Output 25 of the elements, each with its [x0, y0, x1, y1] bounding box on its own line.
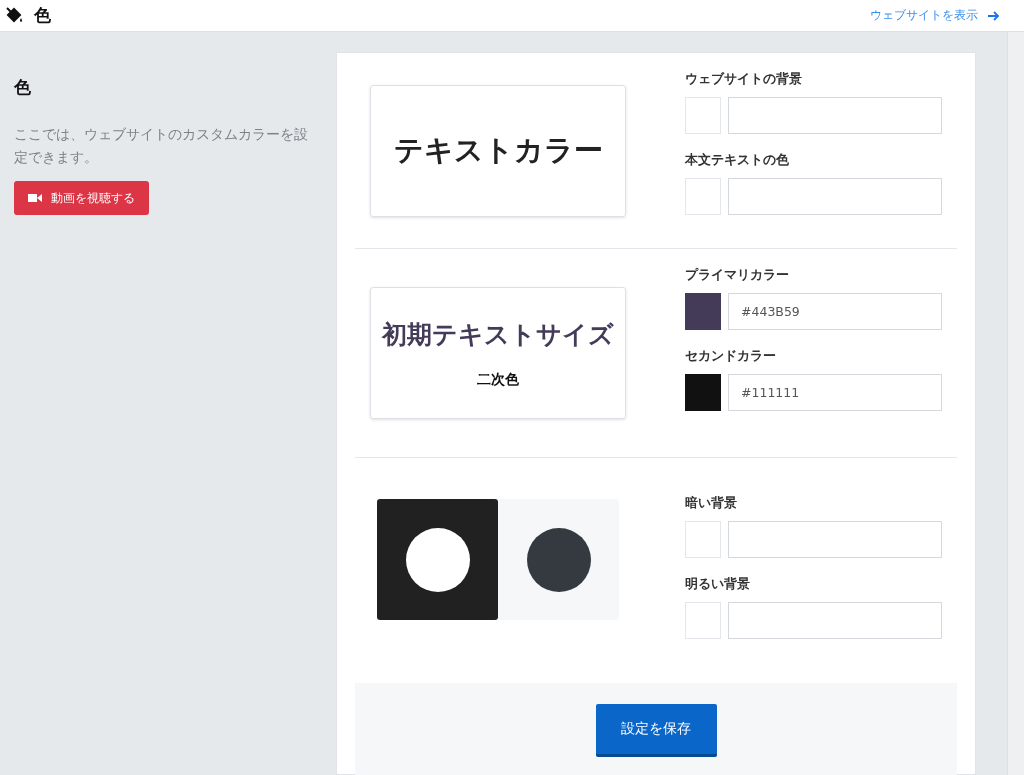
view-website-link[interactable]: ウェブサイトを表示: [870, 7, 1000, 24]
field-label: プライマリカラー: [685, 267, 790, 284]
color-input[interactable]: [728, 602, 942, 639]
watch-video-button[interactable]: 動画を視聴する: [14, 181, 149, 215]
field-label: ウェブサイトの背景: [685, 71, 803, 88]
page-title: 色: [34, 4, 51, 27]
color-input[interactable]: #111111: [728, 374, 942, 411]
color-input[interactable]: [728, 521, 942, 558]
preview-heading: 初期テキストサイズ: [382, 318, 614, 351]
color-swatch[interactable]: [685, 374, 721, 411]
section-heading: 色: [14, 76, 32, 99]
color-input[interactable]: [728, 178, 942, 215]
color-input[interactable]: #443B59: [728, 293, 942, 330]
arrow-right-icon: [988, 10, 1000, 21]
color-swatch[interactable]: [685, 293, 721, 330]
color-input[interactable]: [728, 97, 942, 134]
preview-text: テキストカラー: [393, 131, 603, 169]
video-camera-icon: [28, 193, 42, 203]
field-label: セカンドカラー: [685, 348, 777, 365]
preview-subtext: 二次色: [477, 370, 519, 389]
save-settings-button[interactable]: 設定を保存: [595, 704, 717, 757]
section-description: ここでは、ウェブサイトのカスタムカラーを設定できます。: [14, 125, 309, 167]
field-label: 暗い背景: [685, 495, 738, 512]
field-label: 明るい背景: [685, 576, 751, 593]
field-label: 本文テキストの色: [685, 152, 790, 169]
